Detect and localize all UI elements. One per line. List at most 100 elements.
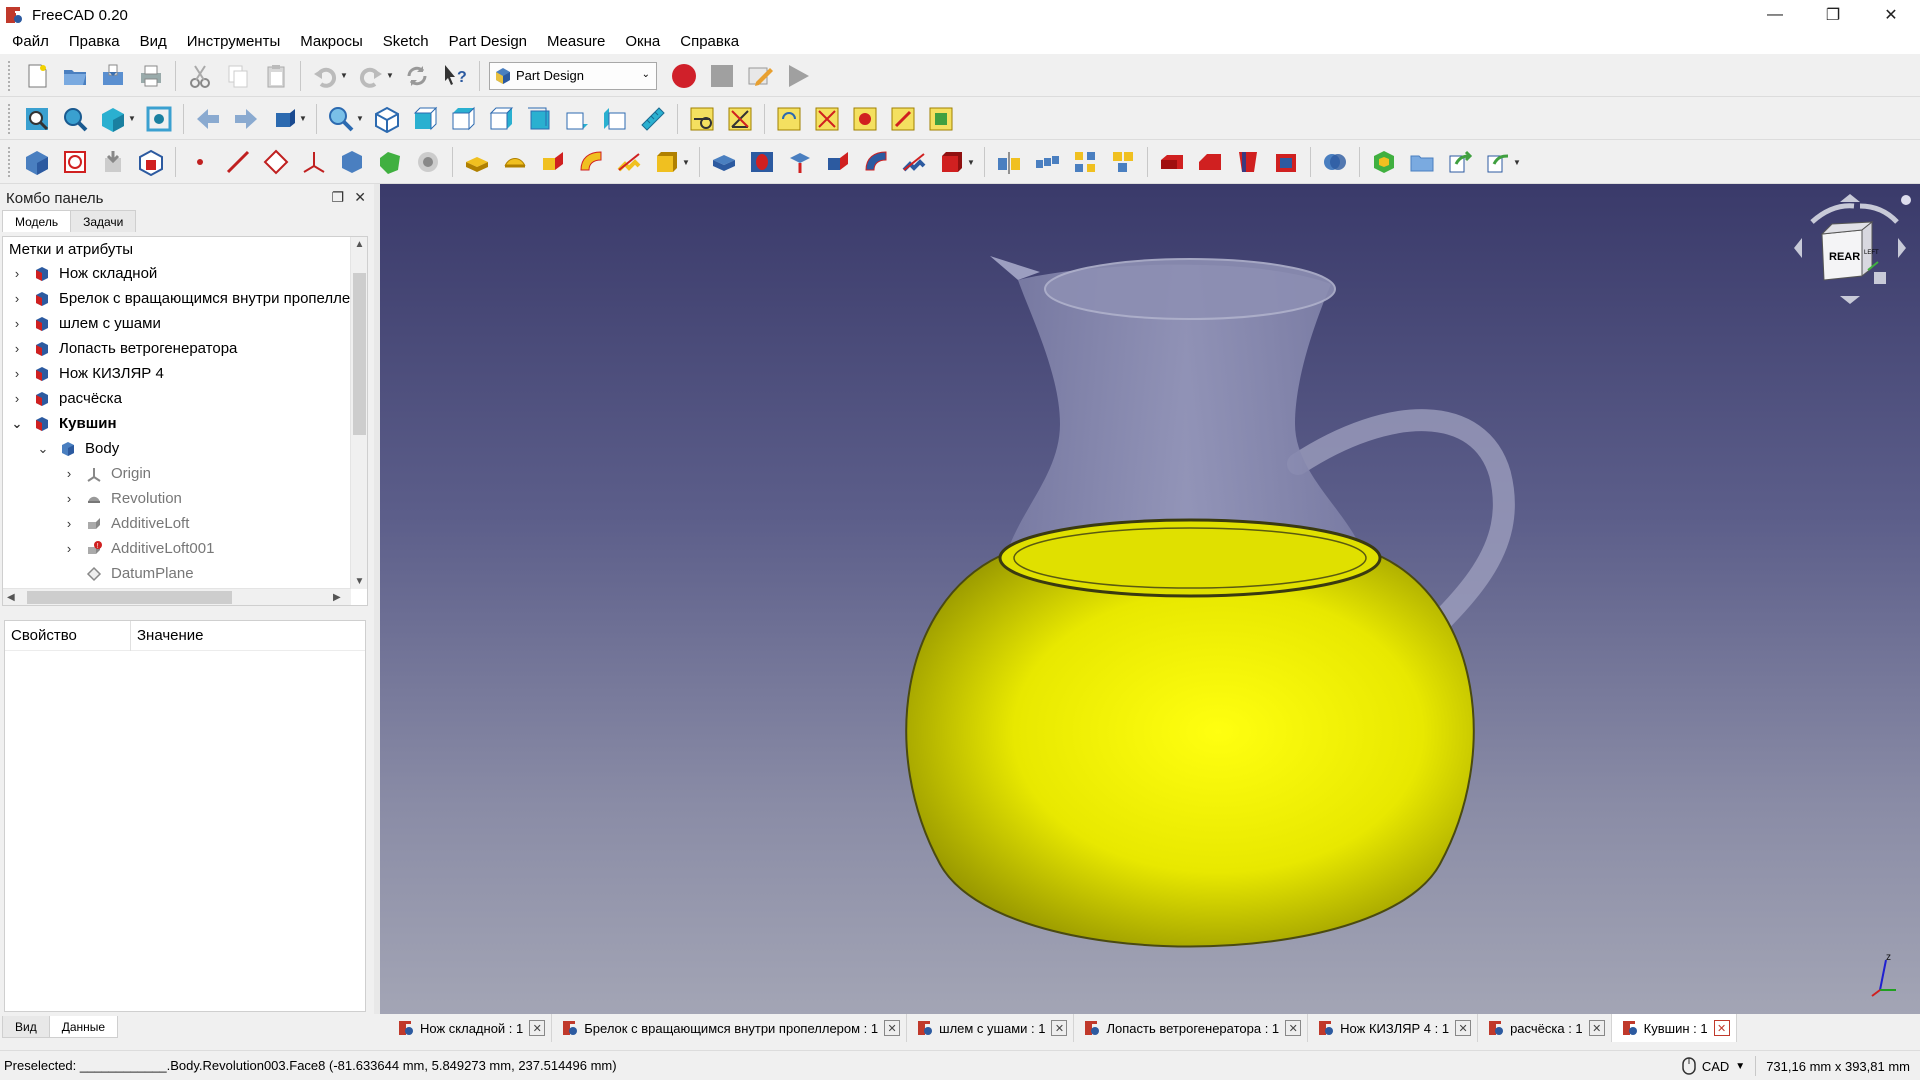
print-icon[interactable] bbox=[136, 61, 166, 91]
tree-item-comb[interactable]: › расчёска bbox=[3, 386, 367, 411]
refresh-icon[interactable] bbox=[402, 61, 432, 91]
tab-tasks[interactable]: Задачи bbox=[70, 210, 137, 232]
subtractive-helix-icon[interactable] bbox=[899, 147, 929, 177]
forward-icon[interactable] bbox=[231, 104, 261, 134]
rotate-left-icon[interactable] bbox=[1810, 203, 1855, 224]
local-cs-icon[interactable] bbox=[299, 147, 329, 177]
tree-vertical-scrollbar[interactable]: ▲ ▼ bbox=[350, 237, 367, 589]
redo-dropdown-icon[interactable]: ▼ bbox=[386, 71, 394, 80]
clone-icon[interactable] bbox=[136, 147, 166, 177]
view-bottom-icon[interactable] bbox=[562, 104, 592, 134]
additive-primitive-icon[interactable] bbox=[652, 147, 682, 177]
move-tip-icon[interactable] bbox=[1445, 147, 1475, 177]
chevron-down-icon[interactable]: ⌄ bbox=[35, 441, 51, 457]
zoom-dropdown-icon[interactable]: ▼ bbox=[356, 114, 364, 123]
maximize-button[interactable]: ❐ bbox=[1804, 0, 1862, 30]
close-tab-icon[interactable]: ✕ bbox=[884, 1020, 901, 1036]
draw-style-icon[interactable] bbox=[98, 104, 128, 134]
measure-toggle-delta-icon[interactable] bbox=[926, 104, 956, 134]
std-views-icon[interactable] bbox=[269, 104, 299, 134]
view-right-icon[interactable] bbox=[486, 104, 516, 134]
additive-loft-icon[interactable] bbox=[538, 147, 568, 177]
additive-helix-icon[interactable] bbox=[614, 147, 644, 177]
boolean-icon[interactable] bbox=[1320, 147, 1350, 177]
chevron-down-icon[interactable]: ⌄ bbox=[9, 416, 25, 432]
clone-body-icon[interactable] bbox=[413, 147, 443, 177]
chevron-right-icon[interactable]: › bbox=[9, 391, 25, 406]
stop-macro-icon[interactable] bbox=[707, 61, 737, 91]
doc-tab[interactable]: расчёска : 1 ✕ bbox=[1478, 1014, 1612, 1042]
pad-icon[interactable] bbox=[462, 147, 492, 177]
zoom-icon[interactable] bbox=[326, 104, 356, 134]
nav-left-arrow-icon[interactable] bbox=[1794, 238, 1802, 258]
shape-folder-icon[interactable] bbox=[1407, 147, 1437, 177]
polar-pattern-icon[interactable] bbox=[1070, 147, 1100, 177]
datum-plane-icon[interactable] bbox=[261, 147, 291, 177]
fit-selection-icon[interactable] bbox=[60, 104, 90, 134]
tree-item-helmet[interactable]: › шлем с ушами bbox=[3, 311, 367, 336]
tab-view[interactable]: Вид bbox=[2, 1016, 50, 1038]
cube-small-icon[interactable] bbox=[1874, 272, 1886, 284]
scroll-left-icon[interactable]: ◀ bbox=[7, 589, 15, 605]
subtractive-pipe-icon[interactable] bbox=[861, 147, 891, 177]
nav-right-arrow-icon[interactable] bbox=[1898, 238, 1906, 258]
menu-help[interactable]: Справка bbox=[670, 30, 749, 54]
hole-icon[interactable] bbox=[747, 147, 777, 177]
close-tab-icon[interactable]: ✕ bbox=[1455, 1020, 1472, 1036]
value-column-header[interactable]: Значение bbox=[131, 627, 204, 644]
close-tab-icon[interactable]: ✕ bbox=[1285, 1020, 1302, 1036]
cut-icon[interactable] bbox=[185, 61, 215, 91]
record-macro-icon[interactable] bbox=[669, 61, 699, 91]
doc-tab[interactable]: шлем с ушами : 1 ✕ bbox=[907, 1014, 1075, 1042]
measure-toggle-all-icon[interactable] bbox=[850, 104, 880, 134]
doc-tab[interactable]: Брелок с вращающимся внутри пропеллером … bbox=[552, 1014, 908, 1042]
nav-down-arrow-icon[interactable] bbox=[1840, 296, 1860, 304]
subtractive-primitive-dropdown-icon[interactable]: ▼ bbox=[967, 158, 975, 167]
chevron-right-icon[interactable]: › bbox=[9, 366, 25, 381]
float-panel-icon[interactable]: ❐ bbox=[331, 189, 344, 206]
chevron-right-icon[interactable]: › bbox=[61, 541, 77, 556]
measure-clear-icon[interactable] bbox=[812, 104, 842, 134]
tab-data[interactable]: Данные bbox=[48, 1016, 119, 1038]
close-tab-icon[interactable]: ✕ bbox=[1588, 1020, 1605, 1036]
mirrored-icon[interactable] bbox=[994, 147, 1024, 177]
revolution-feature-icon[interactable] bbox=[500, 147, 530, 177]
view-left-icon[interactable] bbox=[600, 104, 630, 134]
tree-item-additive-loft[interactable]: › AdditiveLoft bbox=[3, 511, 367, 536]
menu-measure[interactable]: Measure bbox=[537, 30, 615, 54]
close-tab-icon[interactable]: ✕ bbox=[1051, 1020, 1068, 1036]
scroll-up-icon[interactable]: ▲ bbox=[351, 239, 367, 250]
doc-tab-active[interactable]: Кувшин : 1 ✕ bbox=[1611, 1014, 1737, 1042]
tree-horizontal-scrollbar[interactable]: ◀ ▶ bbox=[3, 588, 351, 605]
close-tab-icon[interactable]: ✕ bbox=[1713, 1020, 1730, 1036]
subtractive-loft-icon[interactable] bbox=[823, 147, 853, 177]
new-file-icon[interactable] bbox=[22, 61, 52, 91]
move-feature-icon[interactable] bbox=[1483, 147, 1513, 177]
menu-tools[interactable]: Инструменты bbox=[177, 30, 291, 54]
tree-item-wind-blade[interactable]: › Лопасть ветрогенератора bbox=[3, 336, 367, 361]
undo-icon[interactable] bbox=[310, 61, 340, 91]
3d-viewport[interactable]: REAR LEFT z bbox=[380, 184, 1920, 1014]
tree-item-keychain[interactable]: › Брелок с вращающимся внутри пропелле bbox=[3, 286, 367, 311]
std-views-dropdown-icon[interactable]: ▼ bbox=[299, 114, 307, 123]
scroll-thumb[interactable] bbox=[27, 591, 232, 604]
thickness-icon[interactable] bbox=[1271, 147, 1301, 177]
measure-refresh-icon[interactable] bbox=[774, 104, 804, 134]
scroll-right-icon[interactable]: ▶ bbox=[333, 589, 341, 605]
measure-linear-icon[interactable] bbox=[687, 104, 717, 134]
chevron-right-icon[interactable]: › bbox=[61, 516, 77, 531]
pocket-icon[interactable] bbox=[709, 147, 739, 177]
measure-toggle-3d-icon[interactable] bbox=[888, 104, 918, 134]
chevron-right-icon[interactable]: › bbox=[9, 291, 25, 306]
minimize-button[interactable]: — bbox=[1746, 0, 1804, 30]
create-sketch-icon[interactable] bbox=[60, 147, 90, 177]
scroll-thumb[interactable] bbox=[353, 273, 366, 435]
groove-icon[interactable] bbox=[785, 147, 815, 177]
menu-windows[interactable]: Окна bbox=[615, 30, 670, 54]
whats-this-icon[interactable]: ? bbox=[440, 61, 470, 91]
draft-icon[interactable] bbox=[1233, 147, 1263, 177]
workbench-selector[interactable]: Part Design ⌄ bbox=[489, 61, 657, 90]
tree-item-body[interactable]: ⌄ Body bbox=[3, 436, 367, 461]
migrate-icon[interactable] bbox=[1369, 147, 1399, 177]
chamfer-icon[interactable] bbox=[1195, 147, 1225, 177]
